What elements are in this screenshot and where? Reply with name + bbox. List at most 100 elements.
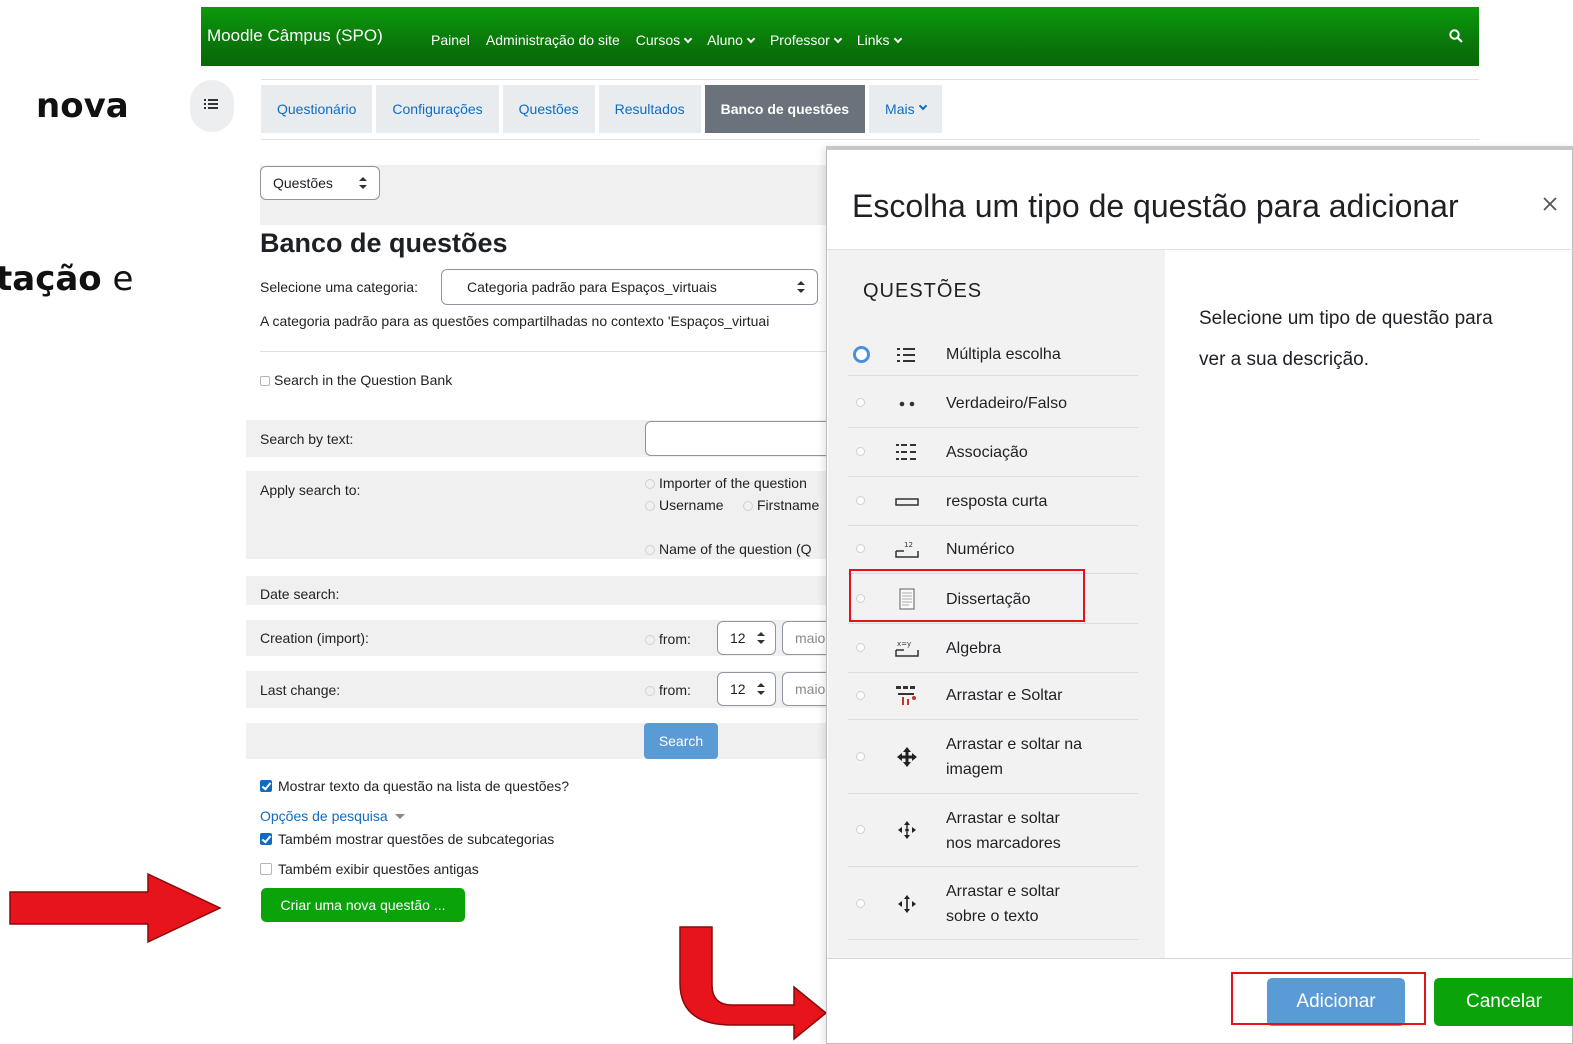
radio[interactable] bbox=[856, 691, 865, 700]
modal-title: Escolha um tipo de questão para adiciona… bbox=[852, 188, 1459, 224]
nav-professor[interactable]: Professor bbox=[770, 32, 843, 48]
last-change-label: Last change: bbox=[260, 682, 341, 698]
match-icon bbox=[892, 439, 922, 465]
search-options-link[interactable]: Opções de pesquisa bbox=[260, 808, 406, 824]
cancel-button[interactable]: Cancelar bbox=[1434, 978, 1573, 1026]
question-type-item[interactable]: Arrastar e soltar sobre o texto bbox=[848, 867, 1138, 940]
question-type-item[interactable]: Arrastar e soltar nos marcadores bbox=[848, 794, 1138, 867]
show-question-text-option[interactable]: Mostrar texto da questão na lista de que… bbox=[260, 778, 569, 794]
creation-day-select[interactable]: 12 bbox=[717, 621, 776, 655]
question-type-item[interactable]: Verdadeiro/Falso bbox=[848, 379, 1138, 428]
date-search-label: Date search: bbox=[260, 586, 340, 602]
apply-search-label: Apply search to: bbox=[260, 482, 361, 498]
apply-username-option[interactable]: Username bbox=[645, 497, 724, 513]
tab-configuracoes[interactable]: Configurações bbox=[376, 85, 499, 133]
question-type-label: Arrastar e soltar sobre o texto bbox=[946, 883, 1060, 925]
checkbox-checked[interactable] bbox=[260, 780, 272, 792]
show-subcategories-option[interactable]: Também mostrar questões de subcategorias bbox=[260, 831, 554, 847]
ddtext-icon bbox=[892, 891, 922, 917]
radio[interactable] bbox=[743, 501, 753, 511]
creation-month-select[interactable]: maio bbox=[782, 621, 828, 655]
svg-text:12: 12 bbox=[904, 541, 913, 549]
tab-mais[interactable]: Mais bbox=[869, 85, 942, 133]
nav-links-menu[interactable]: Links bbox=[857, 32, 902, 48]
last-change-day-select[interactable]: 12 bbox=[717, 672, 776, 706]
creation-from-option[interactable]: from: bbox=[645, 631, 691, 647]
truefalse-icon bbox=[892, 391, 922, 417]
caret-down-icon bbox=[394, 814, 405, 819]
top-navbar: Moodle Câmpus (SPO) Painel Administração… bbox=[201, 7, 1479, 66]
radio-selected[interactable] bbox=[853, 346, 870, 363]
tab-questionario[interactable]: Questionário bbox=[261, 85, 373, 133]
highlight-box-dissertacao bbox=[849, 569, 1085, 622]
nav-painel[interactable]: Painel bbox=[431, 32, 470, 48]
nav-administracao[interactable]: Administração do site bbox=[486, 32, 620, 48]
radio[interactable] bbox=[856, 496, 865, 505]
secondary-tabs: Questionário Configurações Questões Resu… bbox=[261, 85, 942, 133]
question-type-item[interactable]: x=y Algebra bbox=[848, 624, 1138, 673]
question-type-item[interactable]: Arrastar e Soltar bbox=[848, 673, 1138, 720]
nav-aluno[interactable]: Aluno bbox=[707, 32, 756, 48]
tab-resultados[interactable]: Resultados bbox=[598, 85, 701, 133]
select-arrows-icon bbox=[359, 177, 367, 189]
search-button-row bbox=[246, 723, 828, 759]
question-type-item[interactable]: 12 Numérico bbox=[848, 526, 1138, 574]
drawer-toggle-button[interactable] bbox=[190, 80, 234, 132]
question-type-item[interactable]: Múltipla escolha bbox=[848, 334, 1138, 376]
numerical-icon: 12 bbox=[892, 536, 922, 562]
question-type-item[interactable]: resposta curta bbox=[848, 477, 1138, 526]
algebra-icon: x=y bbox=[892, 635, 922, 661]
bank-nav-select[interactable]: Questões bbox=[260, 166, 380, 200]
select-arrows-icon bbox=[757, 632, 765, 644]
site-brand[interactable]: Moodle Câmpus (SPO) bbox=[207, 26, 383, 46]
search-button[interactable]: Search bbox=[644, 723, 718, 759]
chevron-down-icon bbox=[683, 34, 693, 44]
radio[interactable] bbox=[645, 686, 655, 696]
search-icon[interactable] bbox=[1449, 29, 1463, 43]
slide-text-nova: nova bbox=[36, 86, 129, 126]
radio[interactable] bbox=[645, 545, 655, 555]
divider bbox=[260, 351, 828, 352]
ddmarker-icon bbox=[892, 817, 922, 843]
chevron-down-icon bbox=[746, 34, 756, 44]
question-type-item[interactable]: Associação bbox=[848, 428, 1138, 477]
create-question-button[interactable]: Criar uma nova questão ... bbox=[261, 888, 465, 922]
slide-text-dissertacao: tação e bbox=[0, 259, 134, 299]
question-type-label: Associação bbox=[946, 444, 1028, 461]
checkbox-checked[interactable] bbox=[260, 833, 272, 845]
show-old-questions-option[interactable]: Também exibir questões antigas bbox=[260, 861, 479, 877]
radio[interactable] bbox=[856, 544, 865, 553]
category-select[interactable]: Categoria padrão para Espaços_virtuais bbox=[441, 269, 818, 305]
radio[interactable] bbox=[856, 899, 865, 908]
list-icon bbox=[204, 99, 218, 109]
apply-importer-option[interactable]: Importer of the question bbox=[645, 475, 807, 491]
checkbox[interactable] bbox=[260, 863, 272, 875]
radio[interactable] bbox=[856, 643, 865, 652]
creation-label: Creation (import): bbox=[260, 630, 369, 646]
search-text-input[interactable] bbox=[645, 421, 828, 456]
nav-cursos[interactable]: Cursos bbox=[636, 32, 693, 48]
tab-banco-de-questoes[interactable]: Banco de questões bbox=[704, 85, 866, 133]
close-icon[interactable] bbox=[1540, 194, 1560, 214]
radio[interactable] bbox=[645, 479, 655, 489]
radio[interactable] bbox=[856, 825, 865, 834]
question-type-label: Verdadeiro/Falso bbox=[946, 395, 1067, 412]
last-change-month-select[interactable]: maio bbox=[782, 672, 828, 706]
radio[interactable] bbox=[856, 447, 865, 456]
radio[interactable] bbox=[645, 635, 655, 645]
apply-firstname-option[interactable]: Firstname bbox=[743, 497, 819, 513]
page-title: Banco de questões bbox=[260, 228, 508, 258]
radio[interactable] bbox=[645, 501, 655, 511]
nav-links: Painel Administração do site Cursos Alun… bbox=[431, 32, 902, 48]
tab-questoes[interactable]: Questões bbox=[502, 85, 595, 133]
divider bbox=[827, 958, 1573, 959]
apply-name-option[interactable]: Name of the question (Q bbox=[645, 541, 812, 557]
search-in-bank-option[interactable]: Search in the Question Bank bbox=[260, 372, 452, 388]
divider bbox=[261, 79, 1479, 80]
radio[interactable] bbox=[856, 398, 865, 407]
multichoice-icon bbox=[892, 342, 922, 368]
last-change-from-option[interactable]: from: bbox=[645, 682, 691, 698]
question-type-item[interactable]: Arrastar e soltar na imagem bbox=[848, 720, 1138, 794]
radio[interactable] bbox=[856, 752, 865, 761]
checkbox[interactable] bbox=[260, 376, 270, 386]
